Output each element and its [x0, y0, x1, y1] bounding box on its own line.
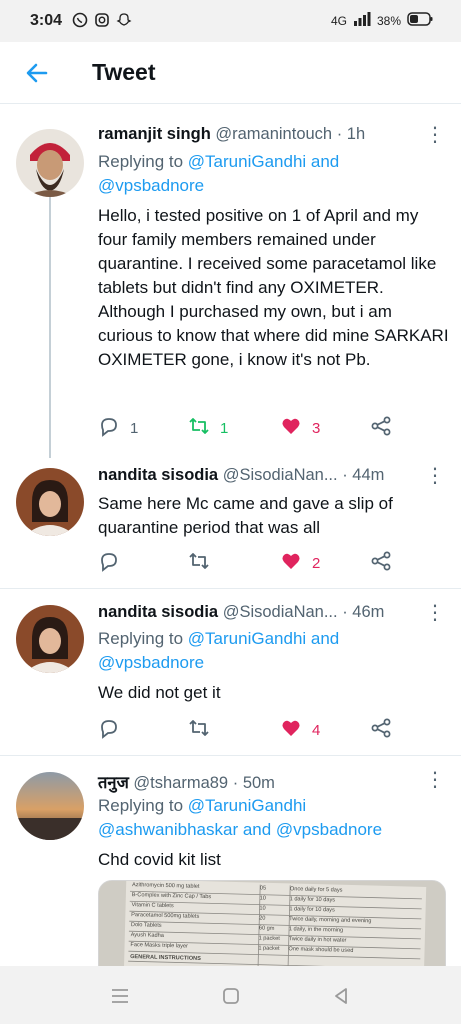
- author-handle: @ramanintouch: [215, 125, 333, 143]
- share-button[interactable]: [370, 717, 392, 743]
- share-icon: [370, 550, 392, 576]
- tweet-meta: ramanjit singh @ramanintouch · 1h: [98, 125, 365, 144]
- reply-icon: [98, 717, 120, 743]
- avatar[interactable]: [16, 468, 84, 536]
- retweet-count: 1: [220, 419, 229, 437]
- reply-icon: [98, 550, 120, 576]
- tweet-text: We did not get it: [98, 683, 221, 702]
- retweet-button[interactable]: [188, 717, 220, 743]
- tweet-text: Same here Mc came and gave a slip of qua…: [98, 494, 393, 537]
- app-header: Tweet: [0, 42, 461, 104]
- more-icon[interactable]: ⋮: [425, 466, 445, 486]
- avatar[interactable]: [16, 129, 84, 197]
- reply-button[interactable]: [98, 550, 130, 576]
- retweet-icon: [188, 415, 210, 441]
- author-name[interactable]: nandita sisodia: [98, 603, 218, 621]
- reply-prefix: Replying to: [98, 152, 184, 171]
- reply-prefix: Replying to: [98, 796, 184, 815]
- tweet-item[interactable]: nandita sisodia @SisodiaNan... · 46m ⋮ R…: [0, 589, 461, 755]
- reply-icon: [98, 415, 120, 441]
- battery-icon: [407, 12, 433, 29]
- whatsapp-icon: [72, 12, 88, 28]
- share-button[interactable]: [370, 550, 392, 576]
- tweet-actions: 1 1 3: [98, 415, 438, 443]
- author-handle: @SisodiaNan...: [222, 466, 338, 484]
- instagram-icon: [94, 12, 110, 28]
- meta-dot: ·: [342, 466, 348, 484]
- author-handle: @tsharma89: [133, 774, 229, 792]
- share-icon: [370, 415, 392, 441]
- tweet-item[interactable]: nandita sisodia @SisodiaNan... · 44m ⋮ S…: [0, 458, 461, 588]
- reply-button[interactable]: 1: [98, 415, 138, 441]
- tweet-age: 46m: [352, 603, 385, 621]
- like-count: 4: [312, 721, 321, 739]
- tweet-age: 1h: [346, 125, 366, 143]
- author-handle: @SisodiaNan...: [222, 603, 338, 621]
- status-bar: 3:04 4G 38%: [0, 0, 461, 42]
- like-button[interactable]: 4: [280, 717, 320, 743]
- meta-dot: ·: [342, 603, 348, 621]
- menu-icon[interactable]: [110, 986, 130, 1006]
- tweet-actions: 2: [98, 550, 438, 578]
- reply-button[interactable]: [98, 717, 130, 743]
- author-name[interactable]: तनुज: [98, 774, 129, 792]
- replying-to: Replying to @TaruniGandhi @ashwanibhaska…: [98, 794, 428, 842]
- retweet-button[interactable]: 1: [188, 415, 228, 441]
- like-count: 3: [312, 419, 321, 437]
- more-icon[interactable]: ⋮: [425, 770, 445, 790]
- tweet-actions: 4: [98, 717, 438, 745]
- home-icon[interactable]: [221, 986, 241, 1006]
- heart-icon: [280, 550, 302, 576]
- back-nav-icon[interactable]: [331, 986, 351, 1006]
- like-button[interactable]: 3: [280, 415, 320, 441]
- tweet-item[interactable]: ramanjit singh @ramanintouch · 1h ⋮ Repl…: [0, 105, 461, 458]
- battery-percent: 38%: [376, 13, 401, 28]
- thread-line: [49, 195, 51, 458]
- tweet-age: 44m: [352, 466, 385, 484]
- author-name[interactable]: ramanjit singh: [98, 125, 211, 143]
- avatar[interactable]: [16, 772, 84, 840]
- tweet-text: Chd covid kit list: [98, 850, 221, 869]
- tweet-meta: nandita sisodia @SisodiaNan... · 46m: [98, 603, 384, 622]
- share-button[interactable]: [370, 415, 392, 441]
- tweet-media-image[interactable]: Azithromycin 500 mg tablet 05 Once daily f…: [98, 880, 446, 980]
- system-nav-bar: [0, 966, 461, 1024]
- heart-icon: [280, 415, 302, 441]
- retweet-button[interactable]: [188, 550, 220, 576]
- heart-icon: [280, 717, 302, 743]
- more-icon[interactable]: ⋮: [425, 125, 445, 145]
- network-label: 4G: [330, 13, 347, 28]
- media-rows: Azithromycin 500 mg tablet 05 Once daily f…: [130, 881, 432, 970]
- like-count: 2: [312, 554, 321, 572]
- page-title: Tweet: [92, 59, 156, 85]
- snapchat-icon: [116, 12, 132, 28]
- meta-dot: ·: [232, 774, 239, 792]
- signal-icon: [353, 12, 371, 29]
- retweet-icon: [188, 717, 210, 743]
- share-icon: [370, 717, 392, 743]
- tweet-text: Hello, i tested positive on 1 of April a…: [98, 206, 449, 369]
- arrow-left-icon[interactable]: [24, 60, 50, 86]
- notification-icons: [72, 12, 132, 28]
- retweet-icon: [188, 550, 210, 576]
- status-time: 3:04: [30, 12, 63, 29]
- like-button[interactable]: 2: [280, 550, 320, 576]
- replying-to: Replying to @TaruniGandhi and @vpsbadnor…: [98, 150, 398, 198]
- tweet-meta: तनुज @tsharma89 · 50m: [98, 770, 275, 793]
- status-right: 4G 38%: [331, 12, 433, 29]
- replying-to: Replying to @TaruniGandhi and @vpsbadnor…: [98, 627, 398, 675]
- reply-count: 1: [130, 419, 139, 437]
- more-icon[interactable]: ⋮: [425, 603, 445, 623]
- tweet-meta: nandita sisodia @SisodiaNan... · 44m: [98, 466, 384, 485]
- tweet-age: 50m: [242, 774, 275, 792]
- reply-prefix: Replying to: [98, 629, 184, 648]
- author-name[interactable]: nandita sisodia: [98, 466, 218, 484]
- meta-dot: ·: [336, 125, 343, 143]
- avatar[interactable]: [16, 605, 84, 673]
